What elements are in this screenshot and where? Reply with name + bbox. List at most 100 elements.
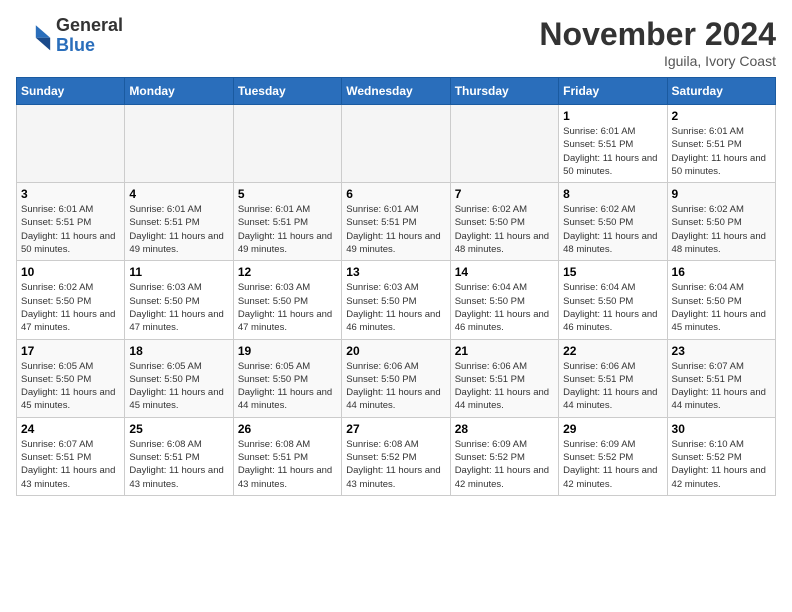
day-info: Sunrise: 6:06 AM Sunset: 5:51 PM Dayligh… — [563, 360, 662, 413]
calendar-cell: 30 Sunrise: 6:10 AM Sunset: 5:52 PM Dayli… — [667, 417, 775, 495]
calendar-cell: 24 Sunrise: 6:07 AM Sunset: 5:51 PM Dayli… — [17, 417, 125, 495]
day-info: Sunrise: 6:06 AM Sunset: 5:51 PM Dayligh… — [455, 360, 554, 413]
calendar-week-row: 24 Sunrise: 6:07 AM Sunset: 5:51 PM Dayli… — [17, 417, 776, 495]
day-number: 20 — [346, 344, 445, 358]
calendar-cell: 28 Sunrise: 6:09 AM Sunset: 5:52 PM Dayli… — [450, 417, 558, 495]
calendar-cell: 10 Sunrise: 6:02 AM Sunset: 5:50 PM Dayli… — [17, 261, 125, 339]
day-number: 18 — [129, 344, 228, 358]
day-info: Sunrise: 6:07 AM Sunset: 5:51 PM Dayligh… — [672, 360, 771, 413]
calendar-cell: 22 Sunrise: 6:06 AM Sunset: 5:51 PM Dayli… — [559, 339, 667, 417]
day-info: Sunrise: 6:10 AM Sunset: 5:52 PM Dayligh… — [672, 438, 771, 491]
day-of-week-header: Tuesday — [233, 78, 341, 105]
day-info: Sunrise: 6:03 AM Sunset: 5:50 PM Dayligh… — [129, 281, 228, 334]
day-number: 23 — [672, 344, 771, 358]
day-number: 13 — [346, 265, 445, 279]
calendar-cell: 29 Sunrise: 6:09 AM Sunset: 5:52 PM Dayli… — [559, 417, 667, 495]
day-info: Sunrise: 6:04 AM Sunset: 5:50 PM Dayligh… — [563, 281, 662, 334]
day-number: 9 — [672, 187, 771, 201]
day-number: 22 — [563, 344, 662, 358]
day-number: 7 — [455, 187, 554, 201]
day-of-week-header: Saturday — [667, 78, 775, 105]
calendar-cell: 9 Sunrise: 6:02 AM Sunset: 5:50 PM Daylig… — [667, 183, 775, 261]
day-number: 3 — [21, 187, 120, 201]
calendar-cell: 13 Sunrise: 6:03 AM Sunset: 5:50 PM Dayli… — [342, 261, 450, 339]
calendar-cell: 23 Sunrise: 6:07 AM Sunset: 5:51 PM Dayli… — [667, 339, 775, 417]
calendar-week-row: 10 Sunrise: 6:02 AM Sunset: 5:50 PM Dayli… — [17, 261, 776, 339]
day-info: Sunrise: 6:09 AM Sunset: 5:52 PM Dayligh… — [563, 438, 662, 491]
location: Iguila, Ivory Coast — [539, 53, 776, 69]
day-number: 30 — [672, 422, 771, 436]
calendar-header-row: SundayMondayTuesdayWednesdayThursdayFrid… — [17, 78, 776, 105]
day-info: Sunrise: 6:01 AM Sunset: 5:51 PM Dayligh… — [563, 125, 662, 178]
calendar-cell: 21 Sunrise: 6:06 AM Sunset: 5:51 PM Dayli… — [450, 339, 558, 417]
day-info: Sunrise: 6:01 AM Sunset: 5:51 PM Dayligh… — [346, 203, 445, 256]
title-block: November 2024 Iguila, Ivory Coast — [539, 16, 776, 69]
day-info: Sunrise: 6:09 AM Sunset: 5:52 PM Dayligh… — [455, 438, 554, 491]
calendar-cell: 19Sunrise: 6:05 AM Sunset: 5:50 PM Dayli… — [233, 339, 341, 417]
day-info: Sunrise: 6:03 AM Sunset: 5:50 PM Dayligh… — [238, 281, 337, 334]
calendar-cell: 8 Sunrise: 6:02 AM Sunset: 5:50 PM Daylig… — [559, 183, 667, 261]
calendar-cell — [17, 105, 125, 183]
day-number: 8 — [563, 187, 662, 201]
day-info: Sunrise: 6:06 AM Sunset: 5:50 PM Dayligh… — [346, 360, 445, 413]
calendar-week-row: 3 Sunrise: 6:01 AM Sunset: 5:51 PM Daylig… — [17, 183, 776, 261]
calendar-cell — [233, 105, 341, 183]
calendar-cell: 17 Sunrise: 6:05 AM Sunset: 5:50 PM Dayli… — [17, 339, 125, 417]
calendar-cell: 4Sunrise: 6:01 AM Sunset: 5:51 PM Daylig… — [125, 183, 233, 261]
day-number: 2 — [672, 109, 771, 123]
calendar-cell: 3 Sunrise: 6:01 AM Sunset: 5:51 PM Daylig… — [17, 183, 125, 261]
day-of-week-header: Friday — [559, 78, 667, 105]
day-number: 5 — [238, 187, 337, 201]
day-info: Sunrise: 6:01 AM Sunset: 5:51 PM Dayligh… — [21, 203, 120, 256]
day-info: Sunrise: 6:08 AM Sunset: 5:51 PM Dayligh… — [129, 438, 228, 491]
day-info: Sunrise: 6:07 AM Sunset: 5:51 PM Dayligh… — [21, 438, 120, 491]
day-info: Sunrise: 6:08 AM Sunset: 5:52 PM Dayligh… — [346, 438, 445, 491]
day-info: Sunrise: 6:01 AM Sunset: 5:51 PM Dayligh… — [672, 125, 771, 178]
day-info: Sunrise: 6:01 AM Sunset: 5:51 PM Dayligh… — [129, 203, 228, 256]
day-number: 29 — [563, 422, 662, 436]
logo-general: General — [56, 15, 123, 35]
day-info: Sunrise: 6:02 AM Sunset: 5:50 PM Dayligh… — [455, 203, 554, 256]
day-info: Sunrise: 6:01 AM Sunset: 5:51 PM Dayligh… — [238, 203, 337, 256]
day-info: Sunrise: 6:02 AM Sunset: 5:50 PM Dayligh… — [563, 203, 662, 256]
day-number: 21 — [455, 344, 554, 358]
day-number: 16 — [672, 265, 771, 279]
day-number: 6 — [346, 187, 445, 201]
calendar-cell: 25 Sunrise: 6:08 AM Sunset: 5:51 PM Dayli… — [125, 417, 233, 495]
calendar-cell — [450, 105, 558, 183]
day-of-week-header: Monday — [125, 78, 233, 105]
day-of-week-header: Sunday — [17, 78, 125, 105]
calendar-cell — [125, 105, 233, 183]
calendar-cell: 6 Sunrise: 6:01 AM Sunset: 5:51 PM Daylig… — [342, 183, 450, 261]
logo-icon — [16, 18, 52, 54]
day-info: Sunrise: 6:05 AM Sunset: 5:50 PM Dayligh… — [238, 360, 337, 413]
day-number: 10 — [21, 265, 120, 279]
calendar-cell: 16Sunrise: 6:04 AM Sunset: 5:50 PM Dayli… — [667, 261, 775, 339]
day-number: 12 — [238, 265, 337, 279]
logo-text: General Blue — [56, 16, 123, 56]
day-number: 25 — [129, 422, 228, 436]
day-number: 17 — [21, 344, 120, 358]
day-number: 26 — [238, 422, 337, 436]
page-header: General Blue November 2024 Iguila, Ivory… — [16, 16, 776, 69]
month-title: November 2024 — [539, 16, 776, 53]
day-info: Sunrise: 6:02 AM Sunset: 5:50 PM Dayligh… — [672, 203, 771, 256]
calendar-cell: 20 Sunrise: 6:06 AM Sunset: 5:50 PM Dayli… — [342, 339, 450, 417]
day-number: 14 — [455, 265, 554, 279]
day-of-week-header: Thursday — [450, 78, 558, 105]
calendar: SundayMondayTuesdayWednesdayThursdayFrid… — [16, 77, 776, 496]
calendar-cell: 27Sunrise: 6:08 AM Sunset: 5:52 PM Dayli… — [342, 417, 450, 495]
day-number: 28 — [455, 422, 554, 436]
day-info: Sunrise: 6:03 AM Sunset: 5:50 PM Dayligh… — [346, 281, 445, 334]
calendar-cell: 11Sunrise: 6:03 AM Sunset: 5:50 PM Dayli… — [125, 261, 233, 339]
day-info: Sunrise: 6:05 AM Sunset: 5:50 PM Dayligh… — [21, 360, 120, 413]
calendar-cell — [342, 105, 450, 183]
day-of-week-header: Wednesday — [342, 78, 450, 105]
logo-blue: Blue — [56, 35, 95, 55]
day-info: Sunrise: 6:05 AM Sunset: 5:50 PM Dayligh… — [129, 360, 228, 413]
calendar-cell: 15Sunrise: 6:04 AM Sunset: 5:50 PM Dayli… — [559, 261, 667, 339]
day-info: Sunrise: 6:02 AM Sunset: 5:50 PM Dayligh… — [21, 281, 120, 334]
day-info: Sunrise: 6:08 AM Sunset: 5:51 PM Dayligh… — [238, 438, 337, 491]
day-number: 24 — [21, 422, 120, 436]
calendar-cell: 12 Sunrise: 6:03 AM Sunset: 5:50 PM Dayli… — [233, 261, 341, 339]
